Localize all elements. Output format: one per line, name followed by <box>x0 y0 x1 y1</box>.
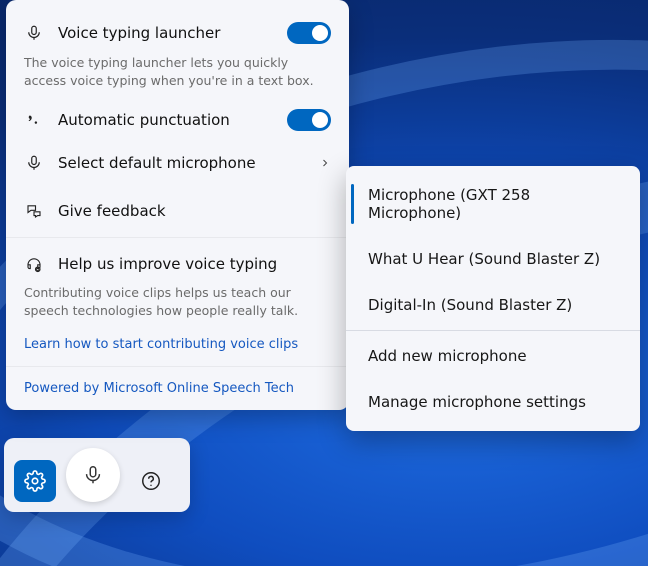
automatic-punctuation-row: Automatic punctuation <box>6 101 349 139</box>
divider <box>6 366 349 367</box>
feedback-icon <box>24 201 44 221</box>
microphone-option[interactable]: Microphone (GXT 258 Microphone) <box>346 172 640 236</box>
help-icon <box>140 470 162 492</box>
automatic-punctuation-toggle[interactable] <box>287 109 331 131</box>
microphone-icon <box>24 23 44 43</box>
powered-by-link[interactable]: Powered by Microsoft Online Speech Tech <box>6 369 349 410</box>
microphone-option[interactable]: Digital-In (Sound Blaster Z) <box>346 282 640 328</box>
improve-voice-typing-row: Help us improve voice typing <box>6 240 349 282</box>
voice-typing-launcher-desc: The voice typing launcher lets you quick… <box>6 52 349 101</box>
voice-typing-launcher-toggle[interactable] <box>287 22 331 44</box>
select-default-microphone-row[interactable]: Select default microphone <box>6 139 349 187</box>
learn-contributing-link[interactable]: Learn how to start contributing voice cl… <box>6 331 349 364</box>
headset-lock-icon <box>24 254 44 274</box>
voice-typing-launcher-label: Voice typing launcher <box>58 24 273 42</box>
divider <box>6 237 349 238</box>
help-button[interactable] <box>130 460 172 502</box>
manage-microphone-settings[interactable]: Manage microphone settings <box>346 379 640 425</box>
add-new-microphone[interactable]: Add new microphone <box>346 333 640 379</box>
microphone-icon <box>24 153 44 173</box>
voice-typing-toolbar <box>4 438 190 512</box>
settings-button[interactable] <box>14 460 56 502</box>
improve-voice-typing-label: Help us improve voice typing <box>58 255 331 273</box>
improve-voice-typing-desc: Contributing voice clips helps us teach … <box>6 282 349 331</box>
give-feedback-row[interactable]: Give feedback <box>6 187 349 235</box>
divider <box>346 330 640 331</box>
microphone-icon <box>82 464 104 486</box>
automatic-punctuation-label: Automatic punctuation <box>58 111 273 129</box>
give-feedback-label: Give feedback <box>58 202 331 220</box>
select-default-microphone-label: Select default microphone <box>58 154 305 172</box>
microphone-button[interactable] <box>66 448 120 502</box>
voice-typing-settings-panel: Voice typing launcher The voice typing l… <box>6 0 349 410</box>
microphone-flyout-menu: Microphone (GXT 258 Microphone) What U H… <box>346 166 640 431</box>
microphone-option[interactable]: What U Hear (Sound Blaster Z) <box>346 236 640 282</box>
chevron-right-icon <box>319 157 331 169</box>
punctuation-icon <box>24 110 44 130</box>
gear-icon <box>24 470 46 492</box>
voice-typing-launcher-row: Voice typing launcher <box>6 14 349 52</box>
